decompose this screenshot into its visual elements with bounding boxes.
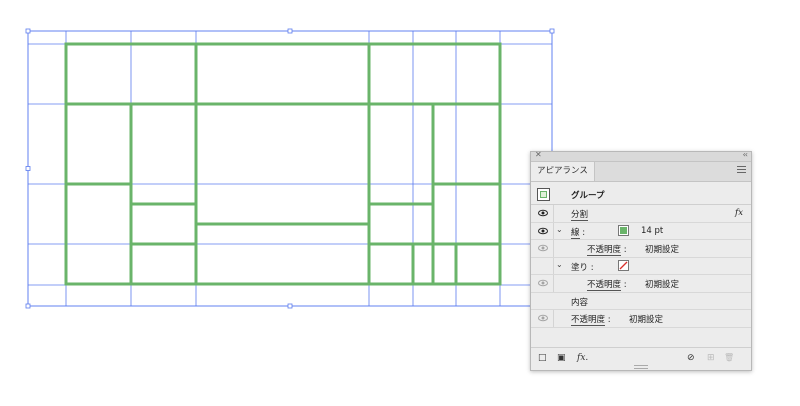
clear-appearance-button[interactable]: ⊘ <box>687 353 695 363</box>
panel-menu-icon[interactable] <box>737 166 746 174</box>
duplicate-item-button[interactable]: ⊞ <box>707 353 715 363</box>
bounding-box-frame[interactable] <box>27 30 553 307</box>
group-label: グループ <box>571 191 605 201</box>
fill-row[interactable]: ⌄ 塗り : <box>531 257 751 275</box>
opacity-value: 初期設定 <box>645 280 680 290</box>
layout-block[interactable] <box>129 242 198 286</box>
panel-tab-row: アピアランス <box>531 162 751 182</box>
group-thumbnail-icon <box>537 188 550 201</box>
guide-lines <box>27 30 553 307</box>
appearance-rows: グループ 分割 fx ⌄ 線 : 14 pt 不透明度 : 初期設定 ⌄ 塗り … <box>531 185 751 328</box>
fill-none-swatch[interactable] <box>618 259 629 271</box>
add-new-fill-button[interactable]: ▣ <box>557 353 566 363</box>
eye-icon[interactable] <box>538 209 548 217</box>
layout-block[interactable] <box>64 102 133 186</box>
layout-block[interactable] <box>194 222 371 286</box>
stroke-label[interactable]: 線 : <box>571 226 585 239</box>
resize-handle[interactable] <box>25 303 31 309</box>
layout-block[interactable] <box>64 182 133 286</box>
resize-handle[interactable] <box>25 166 31 171</box>
opacity-label[interactable]: 不透明度 : <box>587 278 627 291</box>
eye-icon[interactable] <box>538 244 548 252</box>
fill-label[interactable]: 塗り : <box>571 261 594 273</box>
eye-icon[interactable] <box>538 227 548 235</box>
opacity-value: 初期設定 <box>645 245 680 255</box>
group-header-row[interactable]: グループ <box>531 185 751 205</box>
layout-block[interactable] <box>454 242 502 286</box>
stroke-opacity-row[interactable]: 不透明度 : 初期設定 <box>531 240 751 258</box>
eye-icon[interactable] <box>538 314 548 322</box>
eye-icon[interactable] <box>538 279 548 287</box>
layout-block[interactable] <box>367 202 435 246</box>
tab-appearance[interactable]: アピアランス <box>531 162 595 181</box>
resize-handle[interactable] <box>287 28 293 34</box>
layout-block[interactable] <box>431 182 502 286</box>
add-effect-button[interactable]: fx. <box>577 353 588 363</box>
chevron-down-icon[interactable]: ⌄ <box>556 225 563 234</box>
contents-label[interactable]: 内容 <box>571 296 588 308</box>
resize-grip[interactable] <box>634 365 648 369</box>
opacity-label[interactable]: 不透明度 : <box>571 313 611 326</box>
close-icon[interactable]: ✕ <box>535 150 542 159</box>
fill-opacity-row[interactable]: 不透明度 : 初期設定 <box>531 275 751 293</box>
stroke-color-swatch[interactable] <box>618 224 629 236</box>
layout-block[interactable] <box>194 42 371 106</box>
appearance-panel: ✕ ‹‹ アピアランス グループ 分割 fx ⌄ 線 : 14 pt 不透明度 … <box>530 150 752 371</box>
opacity-value: 初期設定 <box>629 315 664 325</box>
stroke-weight-value[interactable]: 14 pt <box>641 226 663 236</box>
stroke-row[interactable]: ⌄ 線 : 14 pt <box>531 222 751 240</box>
opacity-label[interactable]: 不透明度 : <box>587 243 627 256</box>
effect-row-divide[interactable]: 分割 fx <box>531 205 751 223</box>
group-opacity-row[interactable]: 不透明度 : 初期設定 <box>531 310 751 328</box>
layout-block[interactable] <box>367 42 502 106</box>
add-new-stroke-button[interactable]: □ <box>538 353 547 363</box>
double-chevron-icon[interactable]: ‹‹ <box>743 150 749 159</box>
layout-block[interactable] <box>194 102 371 226</box>
contents-row[interactable]: 内容 <box>531 293 751 310</box>
layout-block[interactable] <box>129 102 198 206</box>
panel-title-bar[interactable]: ✕ ‹‹ <box>531 150 751 162</box>
layout-block[interactable] <box>367 242 415 286</box>
resize-handle[interactable] <box>25 28 31 34</box>
layout-block[interactable] <box>129 202 198 246</box>
effect-label[interactable]: 分割 <box>571 208 589 221</box>
fx-icon[interactable]: fx <box>735 208 743 218</box>
chevron-down-icon[interactable]: ⌄ <box>556 260 563 269</box>
layout-block[interactable] <box>431 102 502 186</box>
panel-bottom-toolbar: □ ▣ fx. ⊘ ⊞ 🗑 <box>531 347 751 370</box>
selection-bounding-box[interactable] <box>25 28 555 309</box>
resize-handle[interactable] <box>287 303 293 309</box>
layout-block[interactable] <box>367 102 435 206</box>
delete-item-button[interactable]: 🗑 <box>724 353 734 362</box>
resize-handle[interactable] <box>549 28 555 34</box>
